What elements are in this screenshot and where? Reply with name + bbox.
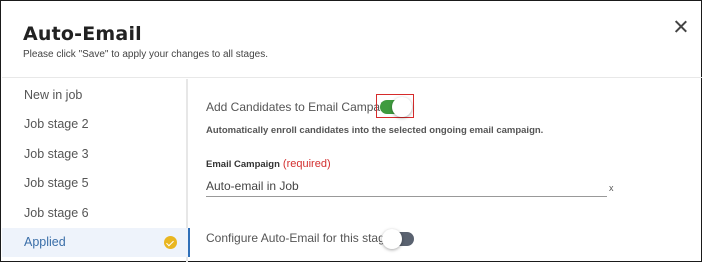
dialog-header: Auto-Email Please click "Save" to apply … — [2, 2, 702, 78]
email-campaign-label: Email Campaign (required) — [206, 158, 331, 170]
add-candidates-toggle[interactable] — [380, 97, 412, 117]
sidebar-item-job-stage-5[interactable]: Job stage 5 — [2, 169, 188, 198]
dialog-subtitle: Please click "Save" to apply your change… — [23, 49, 269, 60]
auto-email-dialog: Auto-Email Please click "Save" to apply … — [0, 0, 702, 262]
sidebar-item-new-in-job[interactable]: New in job — [2, 81, 188, 110]
clear-campaign-button[interactable]: x — [609, 183, 614, 193]
sidebar-item-applied[interactable]: Applied — [2, 228, 190, 257]
configure-auto-email-label: Configure Auto-Email for this stage — [206, 231, 392, 245]
email-campaign-label-text: Email Campaign — [206, 159, 280, 170]
stage-sidebar: New in job Job stage 2 Job stage 3 Job s… — [2, 79, 190, 262]
dialog-title: Auto-Email — [23, 23, 142, 45]
sidebar-item-job-stage-3[interactable]: Job stage 3 — [2, 140, 188, 169]
required-indicator: (required) — [282, 158, 331, 170]
sidebar-item-job-stage-6[interactable]: Job stage 6 — [2, 199, 188, 228]
configure-auto-email-toggle[interactable] — [382, 229, 414, 249]
email-campaign-input[interactable]: Auto-email in Job — [206, 177, 607, 197]
toggle-knob — [382, 229, 402, 249]
close-icon[interactable] — [672, 18, 690, 36]
sidebar-item-label: Applied — [24, 235, 66, 249]
add-candidates-description: Automatically enroll candidates into the… — [206, 125, 544, 136]
stage-settings-panel: Add Candidates to Email Campaign Automat… — [190, 79, 702, 262]
add-candidates-label: Add Candidates to Email Campaign — [206, 100, 397, 114]
sidebar-item-job-stage-2[interactable]: Job stage 2 — [2, 110, 188, 139]
check-circle-icon — [164, 236, 177, 249]
toggle-knob — [392, 97, 412, 117]
